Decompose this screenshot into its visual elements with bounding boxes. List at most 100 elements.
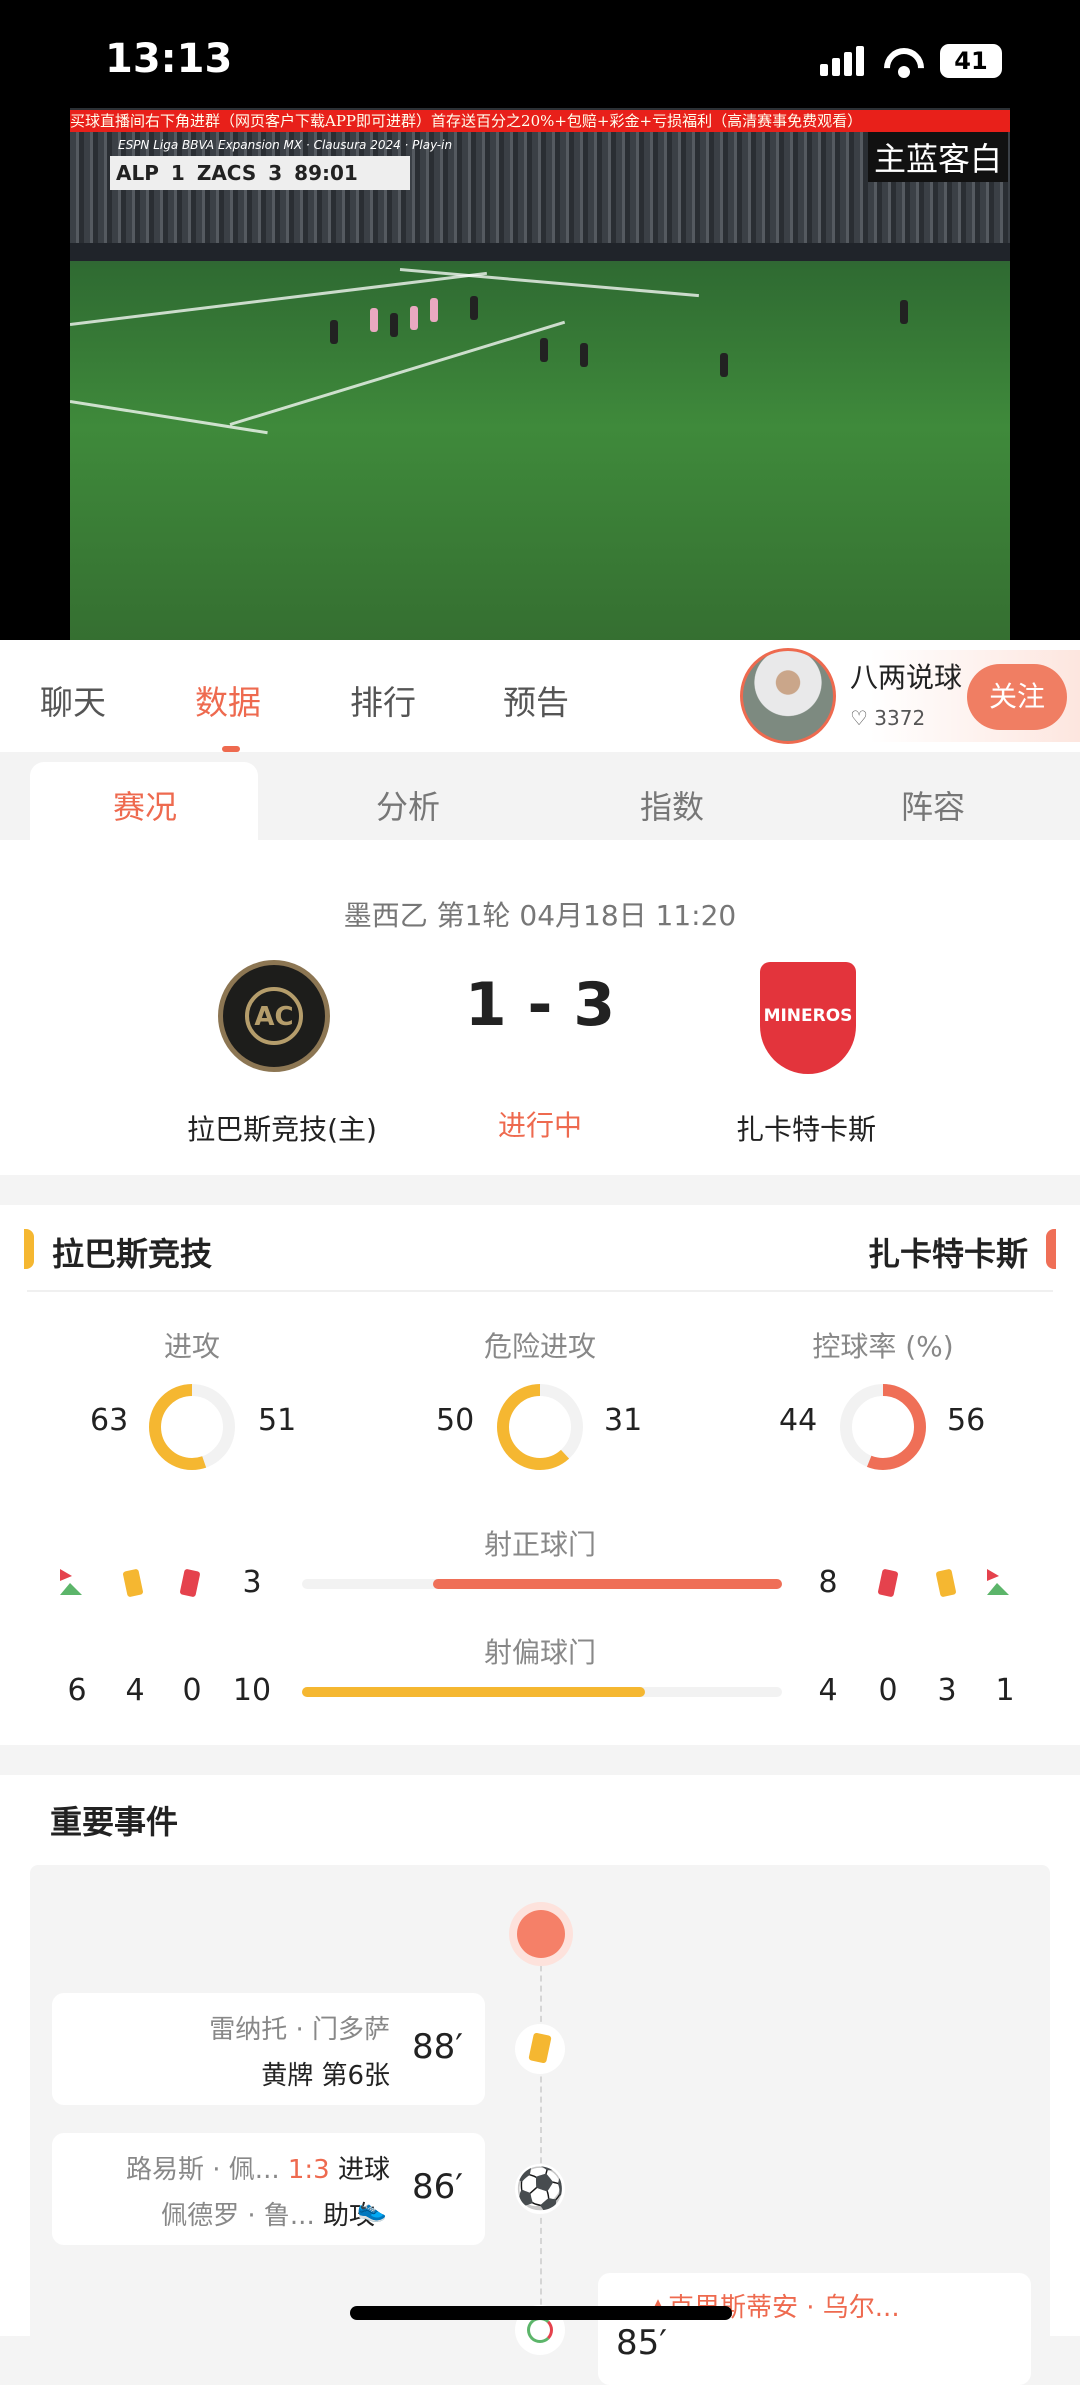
away-red: 0	[878, 1673, 898, 1708]
stat-away-value: 51	[258, 1403, 297, 1438]
subtab-analysis[interactable]: 分析	[333, 782, 483, 828]
streamer-likes: ♡ 3372	[850, 706, 925, 730]
score-overlay: ALP 1 ZACS 3 89:01	[110, 156, 410, 190]
event-minute: 85′	[616, 2323, 667, 2363]
stat-attacks: 进攻 63 51	[42, 1325, 342, 1470]
ad-boards	[70, 243, 1010, 261]
timeline-line	[540, 1925, 542, 2345]
home-yellow: 4	[125, 1673, 145, 1708]
key-events-card: 重要事件 雷纳托 · 门多萨 黄牌 第6张 88′ 路易斯 · 佩... 1:3…	[0, 1775, 1080, 2385]
events-title: 重要事件	[50, 1803, 179, 1841]
shots-off-label: 射偏球门	[483, 1636, 596, 1669]
subtab-live[interactable]: 赛况	[70, 782, 220, 828]
corner-flag-icon	[60, 1569, 82, 1595]
event-goal[interactable]: 路易斯 · 佩... 1:3 进球 佩德罗 · 鲁... 助攻 👟 86′	[52, 2133, 485, 2245]
stats-away-team: 扎卡特卡斯	[867, 1235, 1028, 1273]
clock: 13:13	[105, 36, 233, 82]
football-icon: ⚽	[515, 2164, 565, 2214]
shots-on-home: 3	[242, 1565, 262, 1600]
event-minute: 86′	[412, 2167, 463, 2207]
event-yellow-card[interactable]: 雷纳托 · 门多萨 黄牌 第6张 88′	[52, 1993, 485, 2105]
match-status: 进行中	[497, 1109, 582, 1142]
yellow-card-event-icon	[515, 2024, 565, 2074]
away-color-marker	[1046, 1229, 1056, 1269]
shots-on-away-fill	[432, 1579, 782, 1589]
stats-card: 拉巴斯竞技 扎卡特卡斯 进攻 63 51 危险进攻 50 31 控球率 (%) …	[0, 1205, 1080, 1745]
stat-possession: 控球率 (%) 44 56	[733, 1325, 1033, 1470]
away-team-name[interactable]: 扎卡特卡斯	[656, 1108, 956, 1148]
event-minute: 88′	[412, 2027, 463, 2067]
match-score: 1 - 3	[464, 970, 616, 1040]
tab-chat[interactable]: 聊天	[40, 676, 106, 724]
streamer-avatar[interactable]	[740, 648, 836, 744]
match-header: 墨西乙 第1轮 04月18日 11:20 AC 1 - 3 MINEROS 拉巴…	[0, 840, 1080, 1175]
stat-away-value: 31	[604, 1403, 643, 1438]
kit-note: 主蓝客白	[868, 132, 1009, 182]
event-player: 路易斯 · 佩...	[126, 2155, 280, 2185]
stat-home-value: 44	[779, 1403, 818, 1438]
broadcast-caption: ESPN Liga BBVA Expansion MX · Clausura 2…	[118, 138, 452, 152]
yellow-card-icon	[935, 1568, 957, 1598]
stat-label: 控球率 (%)	[812, 1330, 954, 1363]
video-player[interactable]: 买球直播间右下角进群（网页客户下载APP即可进群）首存送百分之20%+包赔+彩金…	[70, 108, 1010, 640]
divider	[27, 1290, 1053, 1292]
event-score: 1:3	[287, 2155, 330, 2185]
stat-home-value: 50	[436, 1403, 475, 1438]
overlay-home-score: 1	[170, 161, 185, 185]
events-timeline: 雷纳托 · 门多萨 黄牌 第6张 88′ 路易斯 · 佩... 1:3 进球 佩…	[30, 1865, 1050, 2385]
subtab-lineup[interactable]: 阵容	[858, 782, 1008, 828]
shots-off-home: 10	[232, 1673, 272, 1708]
event-detail: 进球	[337, 2155, 390, 2185]
away-yellow: 3	[937, 1673, 957, 1708]
shots-off-bar	[302, 1687, 782, 1697]
away-team-logo[interactable]: MINEROS	[760, 962, 856, 1074]
shots-off-away: 4	[818, 1673, 838, 1708]
subtab-odds[interactable]: 指数	[597, 782, 747, 828]
away-corners: 1	[995, 1673, 1015, 1708]
yellow-card-icon	[122, 1568, 144, 1598]
boot-icon: 👟	[357, 2195, 387, 2223]
broadcaster-logo: ESPN	[118, 138, 150, 152]
donut-chart	[497, 1384, 583, 1470]
event-scorer-line: 路易斯 · 佩... 1:3 进球	[126, 2149, 390, 2186]
stats-home-team: 拉巴斯竞技	[52, 1235, 213, 1273]
shots-on-bar	[302, 1579, 782, 1589]
stat-home-value: 63	[90, 1403, 129, 1438]
ad-banner: 买球直播间右下角进群（网页客户下载APP即可进群）首存送百分之20%+包赔+彩金…	[70, 110, 1010, 132]
shots-off-home-fill	[302, 1687, 645, 1697]
wifi-icon	[884, 44, 924, 78]
event-assist-player: 佩德罗 · 鲁...	[161, 2201, 315, 2231]
tab-data[interactable]: 数据	[195, 676, 261, 724]
stat-label: 危险进攻	[483, 1330, 596, 1363]
home-team-name[interactable]: 拉巴斯竞技(主)	[132, 1108, 432, 1148]
stat-away-value: 56	[947, 1403, 986, 1438]
red-card-icon	[179, 1568, 201, 1598]
overlay-away-score: 3	[268, 161, 283, 185]
match-meta: 墨西乙 第1轮 04月18日 11:20	[343, 899, 737, 932]
home-red: 0	[182, 1673, 202, 1708]
likes-count: 3372	[874, 706, 926, 730]
home-corners: 6	[67, 1673, 87, 1708]
timeline-now-marker	[517, 1910, 565, 1958]
sub-tabs: 赛况 分析 指数 阵容	[0, 752, 1080, 840]
donut-chart	[149, 1384, 235, 1470]
battery-indicator: 41	[940, 44, 1002, 78]
event-detail: 黄牌 第6张	[261, 2061, 390, 2091]
event-assist-line: 佩德罗 · 鲁... 助攻	[161, 2195, 375, 2232]
red-card-icon	[877, 1568, 899, 1598]
corner-flag-icon	[987, 1569, 1009, 1595]
event-substitution[interactable]: ▲克里斯蒂安 · 乌尔... 85′	[598, 2273, 1031, 2385]
heart-icon: ♡	[850, 706, 868, 730]
home-color-marker	[24, 1229, 34, 1269]
event-player: 雷纳托 · 门多萨	[209, 2015, 390, 2045]
tab-ranking[interactable]: 排行	[350, 676, 416, 724]
tab-preview[interactable]: 预告	[503, 676, 569, 724]
streamer-name: 八两说球	[850, 661, 963, 694]
donut-chart	[840, 1384, 926, 1470]
overlay-away: ZACS	[196, 161, 257, 185]
overlay-clock: 89:01	[294, 161, 358, 185]
overlay-home: ALP	[116, 161, 159, 185]
home-indicator[interactable]	[350, 2306, 732, 2320]
shots-on-away: 8	[818, 1565, 838, 1600]
follow-button[interactable]: 关注	[967, 664, 1067, 730]
